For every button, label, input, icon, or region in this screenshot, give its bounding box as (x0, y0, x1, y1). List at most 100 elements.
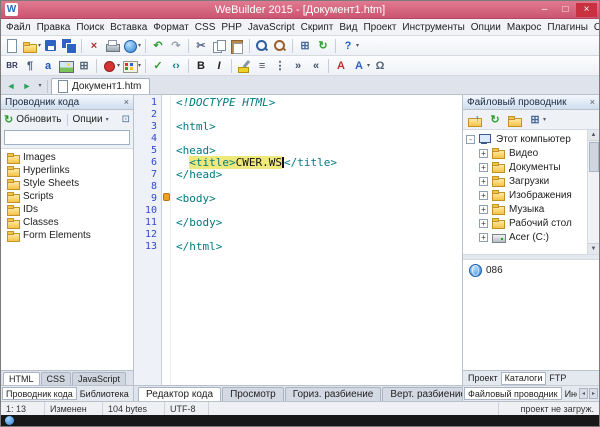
views-button[interactable]: ⊞▾ (526, 111, 547, 129)
panel-tab[interactable]: SQL (132, 387, 133, 400)
layout-grid-icon[interactable]: ⊡ (122, 114, 130, 125)
tree-item[interactable]: Style Sheets (1, 177, 133, 190)
new-folder-button[interactable] (506, 111, 524, 129)
font-size-button[interactable]: A▾ (350, 57, 371, 75)
scrollbar-thumb[interactable] (589, 142, 599, 172)
refresh-button[interactable]: ↻ (314, 37, 332, 55)
tab-scroll-left-icon[interactable]: ◂ (579, 388, 588, 399)
folder-up-button[interactable] (466, 111, 484, 129)
numbered-list-button[interactable]: ⋮ (271, 57, 289, 75)
expand-plus-icon[interactable]: + (479, 219, 488, 228)
italic-button[interactable]: I (210, 57, 228, 75)
edit-tag-button[interactable]: ‹› (167, 57, 185, 75)
save-all-button[interactable] (60, 37, 78, 55)
bold-button[interactable]: B (192, 57, 210, 75)
browser-preview-button[interactable]: ▾ (121, 37, 142, 55)
document-tab[interactable]: Документ1.htm (51, 78, 150, 94)
tree-item[interactable]: +Рабочий стол (463, 216, 587, 230)
collapse-minus-icon[interactable]: - (466, 135, 475, 144)
menu-item[interactable]: Макрос (504, 21, 545, 34)
explorer-tab[interactable]: Проект (465, 372, 501, 385)
tree-item[interactable]: Classes (1, 216, 133, 229)
tree-item[interactable]: Scripts (1, 190, 133, 203)
editor-view-tab[interactable]: Редактор кода (138, 387, 221, 401)
cut-button[interactable]: ✂ (192, 37, 210, 55)
bookmark-icon[interactable] (163, 193, 170, 201)
code-search-input[interactable] (4, 130, 130, 145)
replace-button[interactable] (271, 37, 289, 55)
new-document-button[interactable] (3, 37, 21, 55)
expand-plus-icon[interactable]: + (479, 191, 488, 200)
menu-item[interactable]: CSS (192, 21, 219, 34)
language-tab[interactable]: CSS (41, 372, 72, 385)
expand-plus-icon[interactable]: + (479, 177, 488, 186)
menu-item[interactable]: Плагины (544, 21, 591, 34)
tree-item[interactable]: Hyperlinks (1, 164, 133, 177)
menu-item[interactable]: Скрипт (298, 21, 337, 34)
editor-view-tab[interactable]: Верт. разбиение (382, 387, 462, 401)
outdent-button[interactable]: « (307, 57, 325, 75)
navigate-back-icon[interactable]: ◄ (3, 79, 19, 94)
dropdown-caret-icon[interactable]: ▾ (117, 62, 120, 69)
editor-view-tab[interactable]: Просмотр (222, 387, 284, 401)
tree-item[interactable]: Form Elements (1, 229, 133, 242)
copy-button[interactable] (210, 37, 228, 55)
menu-item[interactable]: Окна (591, 21, 599, 34)
code-line[interactable] (176, 181, 462, 193)
print-button[interactable] (103, 37, 121, 55)
tree-item[interactable]: +Документы (463, 160, 587, 174)
code-explorer-close-icon[interactable]: × (124, 97, 129, 107)
indent-button[interactable]: » (289, 57, 307, 75)
dropdown-caret-icon[interactable]: ▾ (38, 42, 41, 49)
editor-view-tab[interactable]: Гориз. разбиение (285, 387, 382, 401)
tree-item[interactable]: Images (1, 151, 133, 164)
paste-button[interactable] (228, 37, 246, 55)
menu-item[interactable]: Правка (34, 21, 74, 34)
scroll-down-icon[interactable]: ▼ (588, 243, 600, 254)
tree-item[interactable]: +Изображения (463, 188, 587, 202)
scroll-up-icon[interactable]: ▲ (588, 130, 600, 141)
dropdown-caret-icon[interactable]: ▾ (367, 62, 370, 69)
history-dropdown-icon[interactable]: ▾ (35, 79, 45, 94)
tree-item[interactable]: +Acer (C:) (463, 230, 587, 244)
close-document-button[interactable]: × (85, 37, 103, 55)
nbsp-button[interactable]: ¶ (21, 57, 39, 75)
code-explorer-button[interactable]: ⊞ (296, 37, 314, 55)
menu-item[interactable]: Формат (150, 21, 192, 34)
open-file-button[interactable]: ▾ (21, 37, 42, 55)
code-lines[interactable]: <!DOCTYPE HTML><html><head> <title>CWER.… (171, 95, 462, 385)
code-line[interactable]: </body> (176, 217, 462, 229)
file-explorer-close-icon[interactable]: × (590, 97, 595, 107)
tree-item[interactable]: -Этот компьютер (463, 132, 587, 146)
code-line[interactable]: <!DOCTYPE HTML> (176, 97, 462, 109)
code-editor[interactable]: 12345678910111213 <!DOCTYPE HTML><html><… (134, 95, 462, 385)
expand-plus-icon[interactable]: + (479, 149, 488, 158)
font-button[interactable]: A (332, 57, 350, 75)
tree-item[interactable]: +Загрузки (463, 174, 587, 188)
list-item[interactable]: 086 (463, 263, 599, 277)
code-line[interactable]: <body> (176, 193, 462, 205)
find-button[interactable] (253, 37, 271, 55)
table-button[interactable]: ⊞ (75, 57, 93, 75)
palette-button[interactable]: ▾ (121, 57, 142, 75)
dropdown-caret-icon[interactable]: ▾ (543, 116, 546, 123)
refresh-button[interactable]: ↻ (486, 111, 504, 129)
expand-plus-icon[interactable]: + (479, 205, 488, 214)
explorer-tab[interactable]: Файловый проводник (464, 387, 562, 400)
code-line[interactable]: </html> (176, 241, 462, 253)
panel-tab[interactable]: Библиотека (77, 387, 132, 400)
code-line[interactable]: <html> (176, 121, 462, 133)
refresh-button[interactable]: Обновить (16, 114, 61, 125)
menu-item[interactable]: Инструменты (399, 21, 467, 34)
expand-plus-icon[interactable]: + (479, 163, 488, 172)
code-line[interactable] (176, 109, 462, 121)
code-line[interactable] (176, 133, 462, 145)
menu-item[interactable]: JavaScript (245, 21, 298, 34)
highlight-button[interactable] (235, 57, 253, 75)
tree-item[interactable]: IDs (1, 203, 133, 216)
menu-item[interactable]: Вставка (107, 21, 150, 34)
help-button[interactable]: ?▾ (339, 37, 360, 55)
close-button[interactable]: × (576, 3, 597, 17)
explorer-tab[interactable]: Каталоги (501, 372, 547, 385)
explorer-tab[interactable]: FTP (546, 372, 569, 385)
